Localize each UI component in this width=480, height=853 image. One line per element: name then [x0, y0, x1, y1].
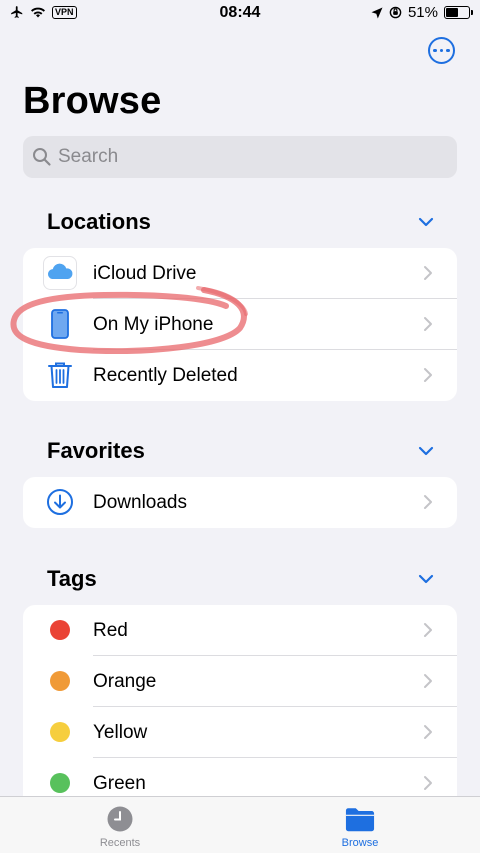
- tab-label: Browse: [341, 837, 379, 849]
- tag-color-dot: [43, 715, 77, 749]
- battery-percent: 51%: [407, 4, 438, 21]
- section-title: Locations: [47, 209, 151, 234]
- search-icon: [33, 148, 51, 166]
- tags-list: Red Orange Yellow Green: [23, 605, 457, 800]
- location-arrow-icon: [371, 7, 383, 18]
- chevron-right-icon: [424, 368, 432, 382]
- chevron-right-icon: [424, 725, 432, 739]
- location-item-on-my-iphone[interactable]: On My iPhone: [23, 299, 457, 350]
- folder-icon: [345, 805, 375, 833]
- location-label: On My iPhone: [93, 313, 214, 335]
- chevron-right-icon: [424, 317, 432, 331]
- tags-section-header[interactable]: Tags: [23, 564, 457, 594]
- favorite-item-downloads[interactable]: Downloads: [23, 477, 457, 528]
- more-options-button[interactable]: [428, 37, 455, 64]
- status-right: 51%: [371, 4, 473, 21]
- search-bar[interactable]: Search: [23, 136, 457, 178]
- icloud-icon: [43, 256, 77, 290]
- tag-item-red[interactable]: Red: [23, 605, 457, 656]
- favorite-label: Downloads: [93, 491, 187, 513]
- tag-color-dot: [43, 766, 77, 800]
- tag-label: Red: [93, 619, 128, 641]
- favorites-section-header[interactable]: Favorites: [23, 436, 457, 466]
- battery-icon: [444, 6, 473, 19]
- tag-item-yellow[interactable]: Yellow: [23, 707, 457, 758]
- location-label: iCloud Drive: [93, 262, 197, 284]
- tag-item-orange[interactable]: Orange: [23, 656, 457, 707]
- chevron-right-icon: [424, 776, 432, 790]
- page-title: Browse: [23, 80, 162, 122]
- chevron-down-icon: [418, 446, 434, 456]
- orientation-lock-icon: [389, 6, 402, 19]
- tag-item-green[interactable]: Green: [23, 758, 457, 800]
- locations-list: iCloud Drive On My iPhone Recently Delet…: [23, 248, 457, 401]
- tag-label: Green: [93, 772, 146, 794]
- chevron-right-icon: [424, 674, 432, 688]
- tag-color-dot: [43, 664, 77, 698]
- tag-color-dot: [43, 613, 77, 647]
- chevron-down-icon: [418, 217, 434, 227]
- tab-bar: Recents Browse: [0, 796, 480, 853]
- status-bar: VPN 08:44 51%: [0, 0, 480, 26]
- download-circle-icon: [43, 485, 77, 519]
- tag-label: Orange: [93, 670, 157, 692]
- location-item-icloud-drive[interactable]: iCloud Drive: [23, 248, 457, 299]
- locations-section-header[interactable]: Locations: [23, 207, 457, 237]
- ellipsis-dot: [439, 48, 444, 53]
- ellipsis-dot: [433, 48, 437, 53]
- section-title: Tags: [47, 566, 97, 591]
- clock-icon: [105, 805, 135, 833]
- location-item-recently-deleted[interactable]: Recently Deleted: [23, 350, 457, 401]
- iphone-icon: [43, 307, 77, 341]
- section-title: Favorites: [47, 438, 145, 463]
- favorites-list: Downloads: [23, 477, 457, 528]
- ellipsis-dot: [446, 48, 450, 53]
- battery-level: [446, 8, 459, 17]
- chevron-right-icon: [424, 266, 432, 280]
- tab-recents[interactable]: Recents: [40, 797, 200, 853]
- chevron-right-icon: [424, 495, 432, 509]
- location-label: Recently Deleted: [93, 364, 238, 386]
- chevron-right-icon: [424, 623, 432, 637]
- tab-browse[interactable]: Browse: [280, 797, 440, 853]
- search-placeholder: Search: [58, 146, 119, 167]
- chevron-down-icon: [418, 574, 434, 584]
- trash-icon: [43, 358, 77, 392]
- battery-tip: [471, 10, 473, 15]
- tab-label: Recents: [99, 837, 141, 849]
- tag-label: Yellow: [93, 721, 148, 743]
